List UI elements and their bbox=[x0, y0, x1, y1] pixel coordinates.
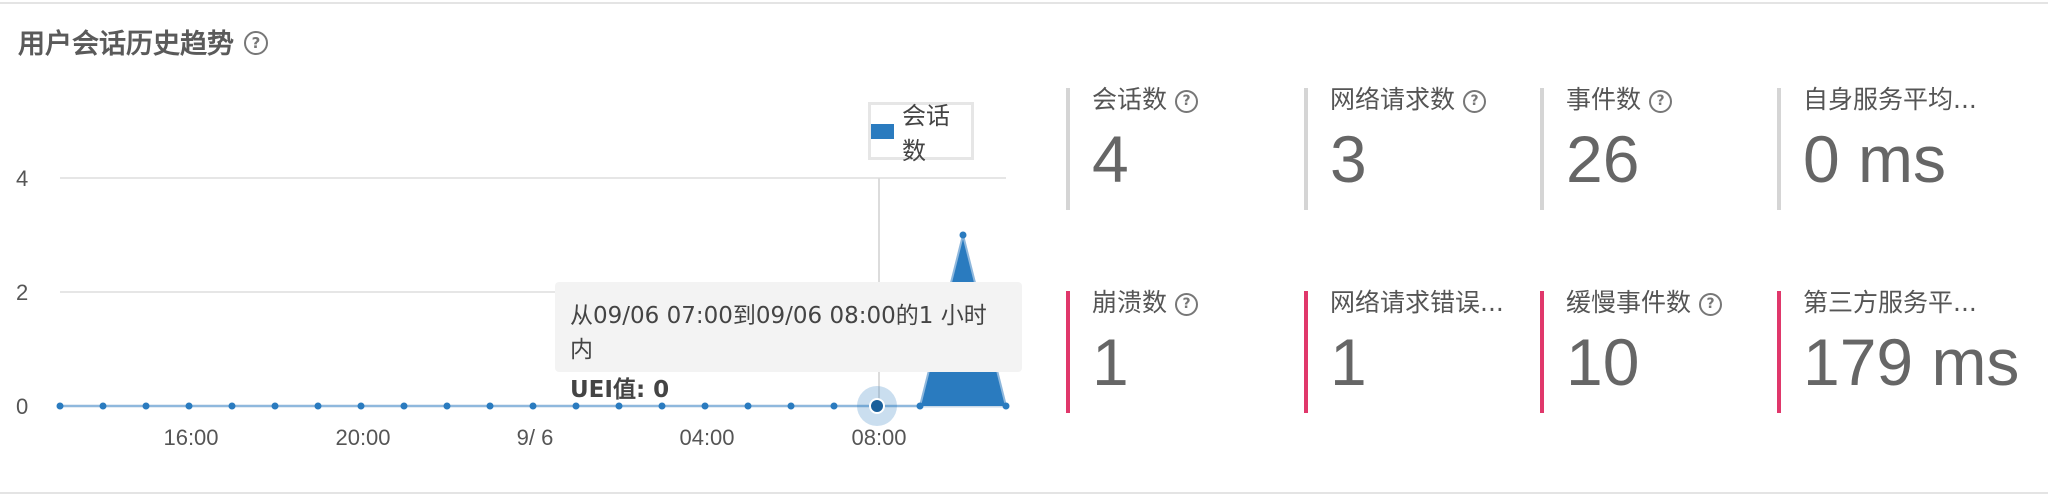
x-tick-label: 08:00 bbox=[851, 425, 906, 450]
metric-card[interactable]: 第三方服务平... 179 ms bbox=[1777, 288, 2047, 413]
metric-value: 10 bbox=[1566, 325, 1640, 399]
help-icon[interactable]: ? bbox=[1649, 89, 1673, 113]
metric-label: 崩溃数? bbox=[1092, 287, 1298, 319]
metric-value: 4 bbox=[1092, 122, 1129, 196]
metric-card[interactable]: 网络请求数? 3 bbox=[1304, 85, 1536, 210]
x-tick-label: 16:00 bbox=[163, 425, 218, 450]
panel-title-text: 用户会话历史趋势 bbox=[18, 29, 234, 60]
data-point bbox=[142, 402, 150, 410]
metric-label: 网络请求错误... bbox=[1330, 287, 1536, 319]
metric-card[interactable]: 会话数? 4 bbox=[1066, 85, 1298, 210]
help-icon[interactable]: ? bbox=[244, 30, 268, 55]
help-icon[interactable]: ? bbox=[1699, 292, 1723, 316]
help-icon[interactable]: ? bbox=[1463, 89, 1487, 113]
metric-label-text: 网络请求数 bbox=[1330, 85, 1456, 114]
metric-value: 1 bbox=[1330, 325, 1367, 399]
metric-label-text: 缓慢事件数 bbox=[1566, 288, 1692, 317]
data-point bbox=[443, 402, 451, 410]
metric-label-text: 会话数 bbox=[1092, 85, 1168, 114]
top-divider bbox=[0, 2, 2048, 4]
data-point bbox=[314, 402, 322, 410]
legend-swatch bbox=[871, 123, 894, 139]
chart-tooltip: 从09/06 07:00到09/06 08:00的1 小时内 UEI值: 0 bbox=[555, 282, 1022, 403]
x-tick-label: 20:00 bbox=[335, 425, 390, 450]
data-point bbox=[529, 402, 537, 410]
metric-card[interactable]: 缓慢事件数? 10 bbox=[1540, 288, 1772, 413]
metric-label: 自身服务平均... bbox=[1803, 84, 2047, 116]
help-icon[interactable]: ? bbox=[1175, 292, 1199, 316]
data-point bbox=[271, 402, 279, 410]
x-tick-label: 9/ 6 bbox=[517, 425, 554, 450]
metric-label-text: 第三方服务平... bbox=[1803, 288, 1977, 317]
data-point bbox=[400, 402, 408, 410]
chart-legend[interactable]: 会话数 bbox=[868, 102, 974, 165]
x-tick-label: 04:00 bbox=[679, 425, 734, 450]
legend-label: 会话数 bbox=[902, 102, 950, 165]
metric-card[interactable]: 事件数? 26 bbox=[1540, 85, 1772, 210]
help-icon[interactable]: ? bbox=[1175, 89, 1199, 113]
metric-value: 0 ms bbox=[1803, 122, 1947, 196]
y-tick-label: 2 bbox=[16, 280, 28, 305]
metric-label: 事件数? bbox=[1566, 84, 1772, 116]
metric-label-text: 自身服务平均... bbox=[1803, 85, 1977, 114]
metric-label-text: 事件数 bbox=[1566, 85, 1642, 114]
tooltip-line-2: UEI值: 0 bbox=[570, 377, 670, 403]
metric-label: 会话数? bbox=[1092, 84, 1298, 116]
metric-card[interactable]: 网络请求错误... 1 bbox=[1304, 288, 1536, 413]
metric-value: 3 bbox=[1330, 122, 1367, 196]
metric-value: 1 bbox=[1092, 325, 1129, 399]
metric-card[interactable]: 自身服务平均... 0 ms bbox=[1777, 85, 2047, 210]
metric-value: 26 bbox=[1566, 122, 1640, 196]
data-point bbox=[228, 402, 236, 410]
bottom-divider bbox=[0, 492, 2048, 494]
data-point bbox=[486, 402, 494, 410]
panel-title: 用户会话历史趋势? bbox=[18, 22, 268, 61]
session-trend-panel: 用户会话历史趋势? 4 2 0 16:00 20:00 9/ 6 04:00 08:00 会话… bbox=[0, 0, 2048, 496]
metric-label: 第三方服务平... bbox=[1803, 287, 2047, 319]
data-point bbox=[959, 231, 967, 239]
tooltip-line-1: 从09/06 07:00到09/06 08:00的1 小时内 bbox=[570, 303, 987, 363]
metric-value: 179 ms bbox=[1803, 325, 2020, 399]
metric-label-text: 崩溃数 bbox=[1092, 288, 1168, 317]
data-point bbox=[99, 402, 107, 410]
y-tick-label: 4 bbox=[16, 166, 28, 191]
metric-label: 网络请求数? bbox=[1330, 84, 1536, 116]
data-point bbox=[185, 402, 193, 410]
metrics-grid: 会话数? 4 网络请求数? 3 事件数? 26 自身服务平均... 0 ms 崩溃数? 1 网络请求… bbox=[1066, 85, 2047, 428]
metric-card[interactable]: 崩溃数? 1 bbox=[1066, 288, 1298, 413]
metric-label-text: 网络请求错误... bbox=[1330, 288, 1504, 317]
y-tick-label: 0 bbox=[16, 394, 28, 419]
data-point bbox=[56, 402, 64, 410]
metric-label: 缓慢事件数? bbox=[1566, 287, 1772, 319]
data-point bbox=[357, 402, 365, 410]
